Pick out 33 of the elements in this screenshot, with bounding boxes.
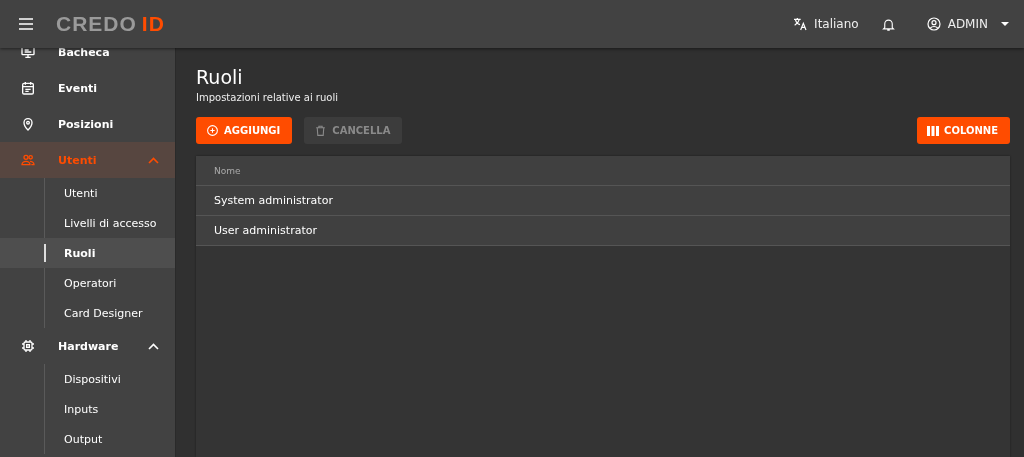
page-subtitle: Impostazioni relative ai ruoli [196,92,339,103]
sidebar-subitem[interactable]: Dispositivi [45,364,175,394]
sidebar-item[interactable]: Bacheca [0,48,175,70]
sidebar-subitem[interactable]: Card Designer [45,298,175,328]
users-icon [20,152,36,168]
sidebar-subitem[interactable]: Inputs [45,394,175,424]
sidebar-item[interactable]: Posizioni [0,106,175,142]
sidebar-item[interactable]: Eventi [0,70,175,106]
sidebar-subitem[interactable]: Output [45,424,175,454]
menu-icon[interactable] [18,17,34,31]
location-pin-icon [20,116,36,132]
trash-icon [314,124,328,137]
user-menu[interactable]: ADMIN [925,16,1010,32]
table-cell: User administrator [214,224,317,237]
chip-icon [20,338,36,354]
logo: CREDO ID [56,12,165,36]
account-icon [925,16,942,32]
columns-icon [927,125,940,136]
table-cell: System administrator [214,194,333,207]
sidebar-subitem[interactable]: Ruoli [0,238,175,268]
language-selector[interactable]: Italiano [792,16,859,32]
caret-icon [1000,21,1010,27]
notifications-icon[interactable] [880,16,896,32]
monitor-icon [20,48,36,60]
sidebar-subitem[interactable]: Operatori [45,268,175,298]
sidebar-subitem[interactable]: Livelli di accesso [45,208,175,238]
calendar-icon [20,80,36,96]
sidebar-item[interactable]: Hardware [0,328,175,364]
translate-icon [792,16,809,32]
sidebar-subitem[interactable]: Utenti [45,178,175,208]
page-title: Ruoli [196,66,244,88]
plus-circle-icon [206,124,219,137]
column-header[interactable]: Nome [214,165,241,176]
